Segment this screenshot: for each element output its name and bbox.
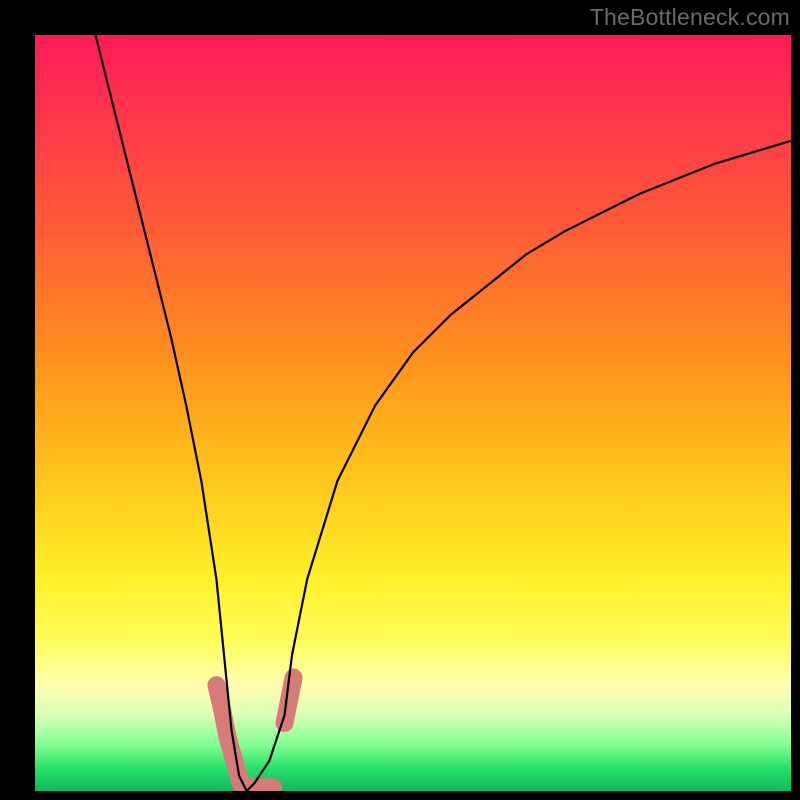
watermark-text: TheBottleneck.com — [590, 4, 790, 31]
chart-svg — [35, 35, 791, 791]
plot-area — [35, 35, 791, 791]
bottleneck-curve — [95, 35, 791, 791]
chart-frame: TheBottleneck.com — [0, 0, 800, 800]
